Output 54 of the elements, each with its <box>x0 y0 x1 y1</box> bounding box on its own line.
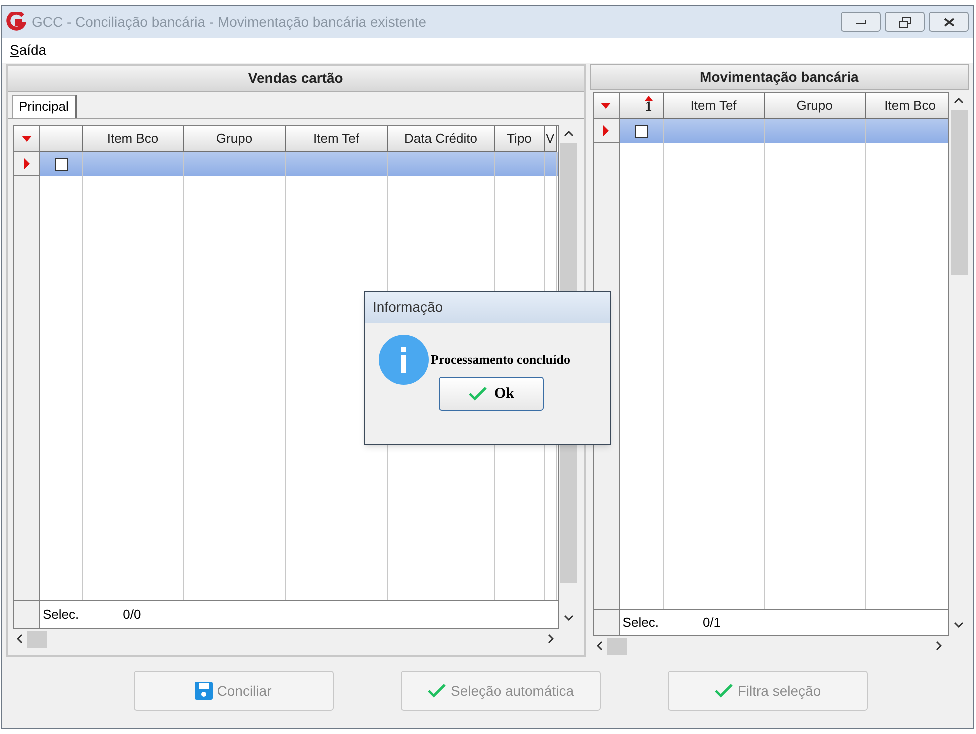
minimize-icon <box>856 20 866 24</box>
column-header[interactable]: Grupo <box>184 126 286 152</box>
grid-menu-button[interactable] <box>14 126 39 152</box>
sort-order-label: 1 <box>645 101 652 115</box>
column-header[interactable] <box>40 126 83 152</box>
scroll-thumb[interactable] <box>606 638 627 654</box>
dialog-title: Informação <box>365 292 610 323</box>
scroll-down-icon <box>954 622 964 628</box>
column-header[interactable]: 1 <box>620 93 664 119</box>
column-header[interactable]: Grupo <box>764 93 866 119</box>
scroll-left-icon <box>17 634 23 644</box>
dropdown-arrow-icon <box>601 102 612 108</box>
column-header[interactable]: Tipo <box>495 126 545 152</box>
scroll-thumb[interactable] <box>27 630 47 648</box>
scroll-down-icon <box>564 615 574 621</box>
scroll-up-icon <box>564 131 574 137</box>
current-row-icon <box>24 158 30 170</box>
window-title: GCC - Conciliação bancária - Movimentação bancária existente <box>32 12 428 32</box>
column-header[interactable]: Item Tef <box>286 126 388 152</box>
column-header[interactable]: Item Bco <box>866 93 948 119</box>
current-row-icon <box>603 124 610 136</box>
restore-button[interactable] <box>885 12 925 32</box>
column-header[interactable]: Item Tef <box>664 93 765 119</box>
column-header[interactable]: Data Crédito <box>388 126 495 152</box>
scroll-right-icon <box>936 641 942 651</box>
tab[interactable]: Principal <box>12 95 77 118</box>
selection-label: Selec. <box>43 606 80 624</box>
selection-count: 0/0 <box>123 606 142 624</box>
checkmark-icon <box>468 386 488 402</box>
selection-count: 0/1 <box>702 614 722 632</box>
dialog-message: Processamento concluído <box>431 351 570 370</box>
checkbox[interactable] <box>54 158 68 170</box>
restore-icon <box>899 16 911 28</box>
checkmark-icon <box>427 683 448 699</box>
scroll-thumb[interactable] <box>950 110 968 275</box>
ok-button[interactable]: Ok <box>439 377 544 411</box>
scroll-up-icon <box>954 98 964 104</box>
selection-label: Selec. <box>622 614 659 632</box>
dropdown-arrow-icon <box>22 136 32 142</box>
app-logo-icon <box>6 12 26 32</box>
menu-item[interactable]: Saída <box>10 40 47 61</box>
scroll-right-icon <box>548 634 554 644</box>
grid-menu-button[interactable] <box>594 93 619 119</box>
checkmark-icon <box>714 683 734 699</box>
info-icon <box>379 335 429 385</box>
column-header[interactable]: Item Bco <box>83 126 184 152</box>
column-header[interactable]: V <box>545 126 557 152</box>
scroll-left-icon <box>596 641 603 651</box>
panel-title: Movimentação bancária <box>590 64 969 90</box>
panel-title: Vendas cartão <box>8 66 584 92</box>
checkbox[interactable] <box>634 124 648 138</box>
close-icon <box>944 18 954 26</box>
close-button[interactable] <box>929 12 969 32</box>
sort-arrow-icon <box>644 96 653 101</box>
